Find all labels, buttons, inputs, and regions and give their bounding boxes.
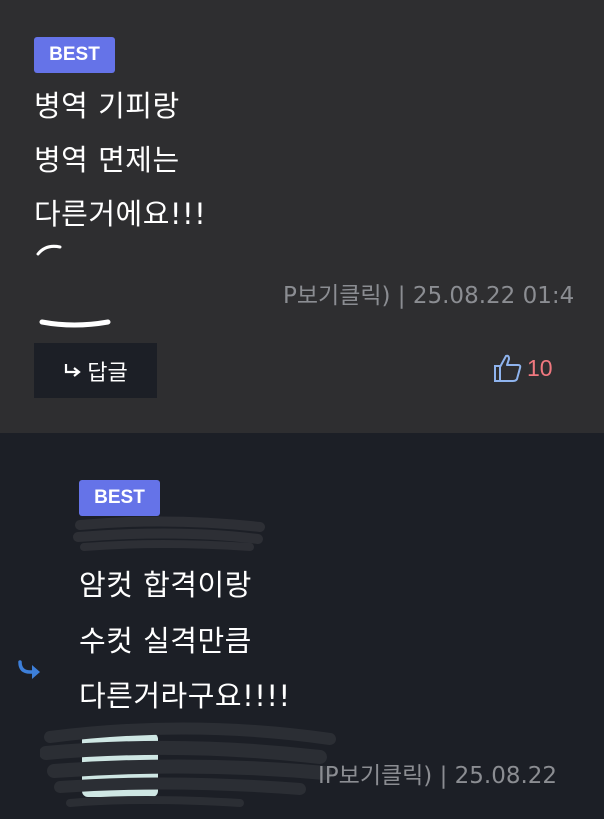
comment-text-line: 병역 기피랑	[34, 89, 180, 123]
comment-text-line: 암컷 합격이랑	[79, 568, 252, 602]
reply-arrow-icon	[65, 363, 82, 377]
comment-text-line: 병역 면제는	[34, 143, 180, 177]
comment-text-line: 수컷 실격만큼	[79, 624, 252, 658]
like-button[interactable]: 10	[492, 348, 553, 388]
redacted-avatar-edge	[39, 319, 111, 328]
reply-indicator-icon	[18, 660, 40, 679]
redacted-mark	[36, 244, 62, 256]
redacted-author	[73, 516, 265, 551]
redacted-scribble	[40, 722, 336, 807]
like-count: 10	[527, 354, 553, 381]
comment-meta: P보기클릭) | 25.08.22 01:4	[283, 283, 575, 309]
comment-best-1: BEST 병역 기피랑 병역 면제는 다른거에요!!! P보기클릭) | 25.…	[0, 0, 604, 433]
reply-button[interactable]: 답글	[34, 343, 157, 398]
best-badge: BEST	[34, 37, 115, 73]
reply-button-label: 답글	[87, 360, 128, 386]
comment-meta: IP보기클릭) | 25.08.22	[318, 763, 558, 789]
comment-text-line: 다른거라구요!!!!	[79, 679, 291, 713]
comment-text-line: 다른거에요!!!	[34, 197, 207, 231]
comment-best-reply: BEST 암컷 합격이랑 수컷 실격만큼 다른거라구요!!!! IP보기클릭) …	[0, 433, 604, 819]
thumbs-up-icon	[494, 354, 522, 382]
